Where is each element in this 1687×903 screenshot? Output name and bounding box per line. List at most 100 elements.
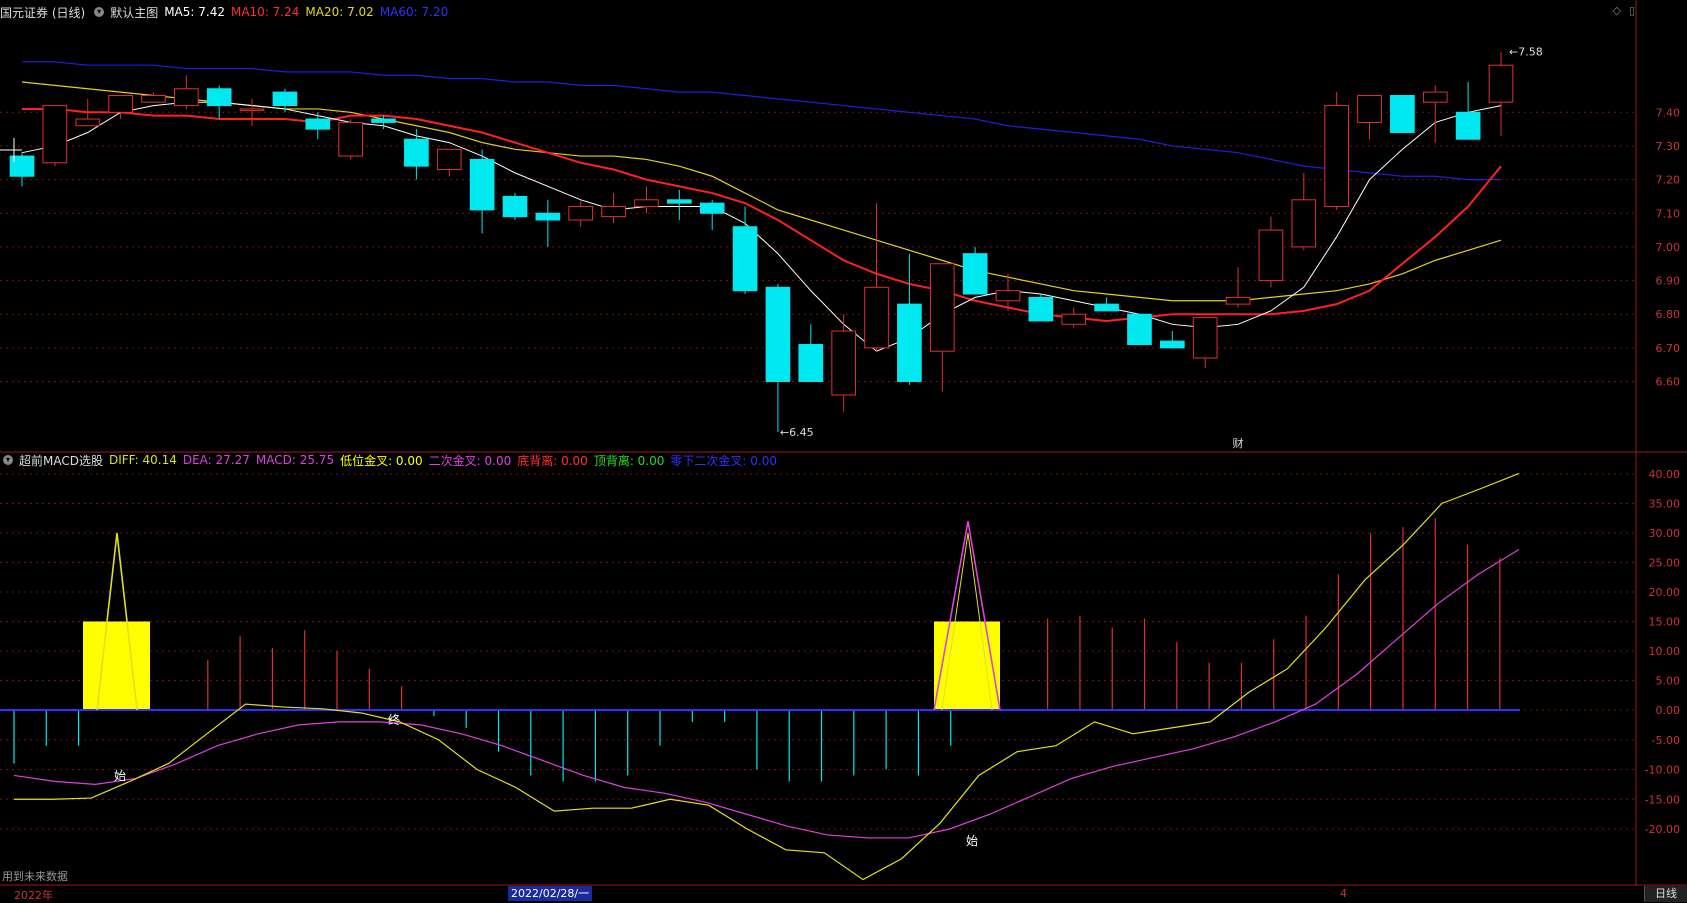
y-tick-label: -10.00 (1645, 764, 1680, 777)
diff-value: DIFF: 40.14 (108, 453, 177, 467)
candle-body (305, 118, 331, 130)
second-cross-value: 二次金叉: 0.00 (428, 453, 512, 468)
stock-title[interactable]: 国元证券 (日线) (0, 4, 85, 21)
event-annotation: 财 (1233, 436, 1244, 450)
candle-body (535, 212, 561, 221)
y-tick-label: -15.00 (1645, 793, 1680, 806)
candle-body (206, 88, 232, 107)
candle-body (929, 263, 955, 352)
candle-body (42, 105, 68, 164)
candle-body (1390, 94, 1415, 133)
y-tick-label: 5.00 (1656, 675, 1681, 688)
candle-body (1488, 64, 1514, 103)
y-tick-label: 40.00 (1649, 468, 1681, 481)
candle-body (108, 94, 133, 113)
candle-body (1455, 111, 1481, 140)
candle-body (1028, 296, 1054, 322)
candle-body (962, 253, 988, 295)
ma10-line (22, 107, 1502, 322)
y-tick-label: 6.70 (1656, 342, 1681, 355)
y-tick-label: 20.00 (1649, 586, 1681, 599)
signal-label: 终 (388, 712, 400, 727)
candle-body (502, 195, 528, 218)
candle-body (831, 330, 856, 396)
macd-value: MACD: 25.75 (255, 453, 335, 467)
candle-body (699, 202, 725, 214)
indicator-name[interactable]: 超前MACD选股 (19, 452, 103, 469)
diamond-icon[interactable]: ◇ (1612, 4, 1620, 17)
top-div-value: 顶背离: 0.00 (593, 453, 665, 468)
chevron-down-icon[interactable]: ▾ (3, 455, 13, 465)
ma60-value: MA60: 7.20 (379, 5, 449, 19)
signal-block (83, 621, 150, 710)
y-tick-label: 7.30 (1656, 140, 1681, 153)
ma5-value: MA5: 7.42 (164, 5, 225, 19)
candle-body (436, 148, 462, 171)
candle-body (732, 226, 758, 292)
candle-body (1127, 313, 1152, 346)
candle-body (798, 344, 824, 383)
candle-body (1094, 303, 1119, 312)
ma10-value: MA10: 7.24 (230, 5, 300, 19)
dea-value: DEA: 27.27 (182, 453, 250, 467)
candle-body (404, 138, 429, 167)
y-tick-label: 7.00 (1656, 241, 1681, 254)
candle-body (1159, 340, 1185, 349)
y-tick-label: 35.00 (1649, 498, 1681, 511)
y-tick-label: 6.60 (1656, 376, 1681, 389)
candle-body (1357, 94, 1382, 123)
ma20-value: MA20: 7.02 (305, 5, 374, 19)
candle-body (601, 206, 626, 218)
candle-body (174, 88, 199, 107)
candle-body (75, 118, 101, 127)
candle-body (239, 108, 265, 111)
candle-body (469, 158, 495, 211)
ma60-line (22, 61, 1501, 181)
y-tick-label: 0.00 (1656, 704, 1681, 717)
candle-body (1192, 317, 1218, 359)
month-marker-label: 4 (1340, 887, 1347, 900)
sub-chart-header: ▾ 超前MACD选股 DIFF: 40.14 DEA: 27.27 MACD: … (0, 451, 777, 469)
window-controls: ◇ ▯ (1612, 4, 1635, 17)
future-data-note: 用到未来数据 (2, 870, 68, 883)
signal-label: 始 (114, 769, 126, 783)
y-tick-label: 6.90 (1656, 275, 1681, 288)
candle-body (1422, 91, 1448, 103)
chevron-down-icon[interactable]: ▾ (94, 7, 105, 17)
y-tick-label: 7.10 (1656, 207, 1681, 220)
cursor-date-label: 2022/02/28/一 (508, 886, 593, 901)
period-button[interactable]: 日线 (1644, 886, 1687, 902)
candle-body (995, 290, 1021, 302)
bottom-div-value: 底背离: 0.00 (517, 453, 588, 468)
y-tick-label: 10.00 (1649, 645, 1681, 658)
y-tick-label: 7.40 (1656, 106, 1681, 119)
y-tick-label: 6.80 (1656, 308, 1681, 321)
y-tick-label: 30.00 (1649, 527, 1681, 540)
candle-body (141, 94, 166, 103)
low-cross-value: 低位金叉: 0.00 (340, 453, 423, 468)
candle-body (666, 199, 692, 204)
y-tick-label: -20.00 (1645, 823, 1680, 836)
template-label[interactable]: 默认主图 (110, 4, 158, 21)
y-tick-label: 7.20 (1656, 174, 1681, 187)
below-zero-second-value: 零下二次金叉: 0.00 (670, 453, 777, 468)
candle-body (568, 206, 594, 221)
panel-icon[interactable]: ▯ (1629, 4, 1635, 17)
time-axis-bar: 2022年 2022/02/28/一 4 日线 (0, 886, 1687, 902)
candle-body (272, 91, 298, 107)
low-annotation: ←6.45 (780, 426, 814, 439)
y-tick-label: -5.00 (1652, 734, 1680, 747)
candle-body (1061, 313, 1087, 325)
y-tick-label: 25.00 (1649, 557, 1681, 570)
candle-body (338, 121, 363, 157)
candle-body (864, 286, 889, 349)
signal-label: 始 (966, 834, 978, 848)
candle-body (765, 286, 791, 383)
candle-body (1291, 199, 1317, 248)
y-tick-label: 15.00 (1649, 616, 1681, 629)
candle-body (1324, 105, 1349, 208)
date-start-label: 2022年 (14, 889, 53, 902)
high-annotation: ←7.58 (1509, 46, 1543, 59)
candle-body (1225, 296, 1251, 305)
candle-body (1258, 229, 1284, 282)
